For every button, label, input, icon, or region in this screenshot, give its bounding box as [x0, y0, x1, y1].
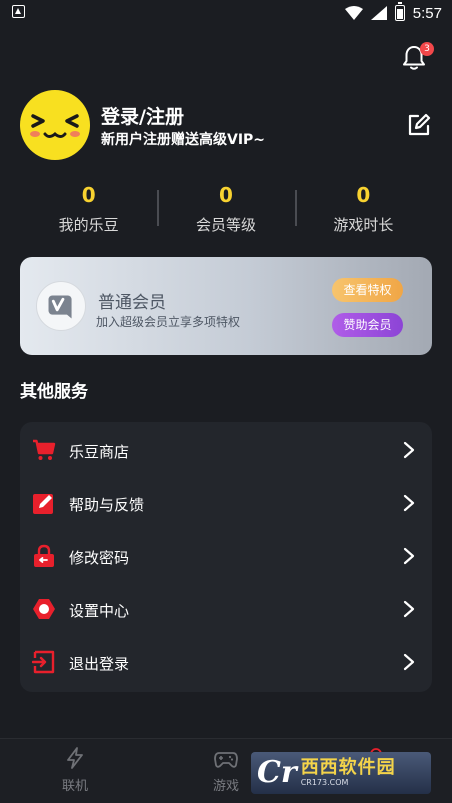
- member-card: 普通会员 加入超级会员立享多项特权 查看特权 赞助会员: [20, 257, 432, 355]
- nav-tab-games[interactable]: 游戏: [196, 751, 256, 794]
- stat-label: 会员等级: [195, 216, 256, 234]
- status-time: 5:57: [412, 4, 442, 22]
- services-section-title: 其他服务: [20, 382, 88, 402]
- watermark-url: CR173.COM: [300, 778, 349, 787]
- vip-promo-text: 新用户注册赠送高级VIP~: [101, 132, 266, 148]
- stat-play-time[interactable]: 0 游戏时长: [294, 180, 432, 240]
- stat-value: 0: [219, 183, 233, 207]
- wifi-icon: [344, 6, 363, 20]
- member-tier-description: 加入超级会员立享多项特权: [96, 315, 241, 329]
- lightning-icon: [67, 747, 83, 769]
- service-label: 乐豆商店: [69, 443, 130, 461]
- logout-icon: [32, 650, 55, 674]
- watermark-logo-mark: Cr: [257, 755, 297, 790]
- service-item-logout[interactable]: 退出登录: [20, 636, 432, 689]
- view-privileges-button[interactable]: 查看特权: [332, 278, 403, 302]
- stat-ledou[interactable]: 0 我的乐豆: [20, 180, 157, 240]
- stat-member-level[interactable]: 0 会员等级: [157, 180, 294, 240]
- chevron-right-icon: [403, 600, 415, 618]
- nav-label: 游戏: [212, 779, 239, 794]
- service-label: 帮助与反馈: [69, 496, 145, 514]
- watermark-logo: Cr 西西软件园 CR173.COM: [251, 752, 431, 794]
- stat-label: 游戏时长: [333, 216, 394, 234]
- edit-icon: [408, 113, 431, 136]
- status-bar-left: [12, 4, 25, 22]
- status-bar-right: 5:57: [344, 2, 442, 22]
- chevron-right-icon: [403, 441, 415, 459]
- settings-icon: [33, 599, 55, 619]
- nav-tab-online[interactable]: 联机: [45, 747, 105, 794]
- feedback-icon: [33, 494, 53, 514]
- notification-badge: 3: [420, 42, 434, 56]
- services-list: 乐豆商店 帮助与反馈 修改密码 设置中心 退出登录: [20, 422, 432, 692]
- service-item-ledou-shop[interactable]: 乐豆商店: [20, 424, 432, 477]
- service-item-help-feedback[interactable]: 帮助与反馈: [20, 477, 432, 530]
- stat-value: 0: [81, 183, 96, 207]
- avatar-face-icon: [30, 114, 80, 138]
- watermark-brand: 西西软件园: [300, 757, 396, 778]
- vip-badge-icon: [36, 281, 86, 331]
- chevron-right-icon: [403, 653, 415, 671]
- watermark-text: 西西软件园 CR173.COM: [301, 759, 396, 787]
- stat-label: 我的乐豆: [58, 216, 119, 234]
- service-item-change-password[interactable]: 修改密码: [20, 530, 432, 583]
- gamepad-icon: [214, 752, 238, 768]
- chevron-right-icon: [403, 547, 415, 565]
- login-register-link[interactable]: 登录/注册: [101, 102, 184, 129]
- battery-icon: [394, 2, 405, 21]
- edit-profile-button[interactable]: [406, 112, 432, 138]
- notification-app-icon: [12, 4, 25, 18]
- cart-icon: [33, 439, 56, 460]
- lock-icon: [34, 544, 54, 567]
- sponsor-member-button[interactable]: 赞助会员: [332, 313, 403, 337]
- avatar[interactable]: [20, 90, 90, 160]
- service-label: 修改密码: [69, 549, 130, 567]
- member-tier-title: 普通会员: [98, 293, 166, 313]
- notification-button[interactable]: 3: [400, 42, 434, 74]
- service-label: 退出登录: [69, 655, 130, 673]
- nav-label: 联机: [61, 779, 88, 794]
- status-bar: 5:57: [0, 0, 452, 26]
- service-item-settings[interactable]: 设置中心: [20, 583, 432, 636]
- user-stats: 0 我的乐豆 0 会员等级 0 游戏时长: [20, 180, 432, 240]
- chevron-right-icon: [403, 494, 415, 512]
- service-label: 设置中心: [69, 602, 130, 620]
- stat-value: 0: [356, 183, 371, 207]
- signal-icon: [370, 6, 387, 20]
